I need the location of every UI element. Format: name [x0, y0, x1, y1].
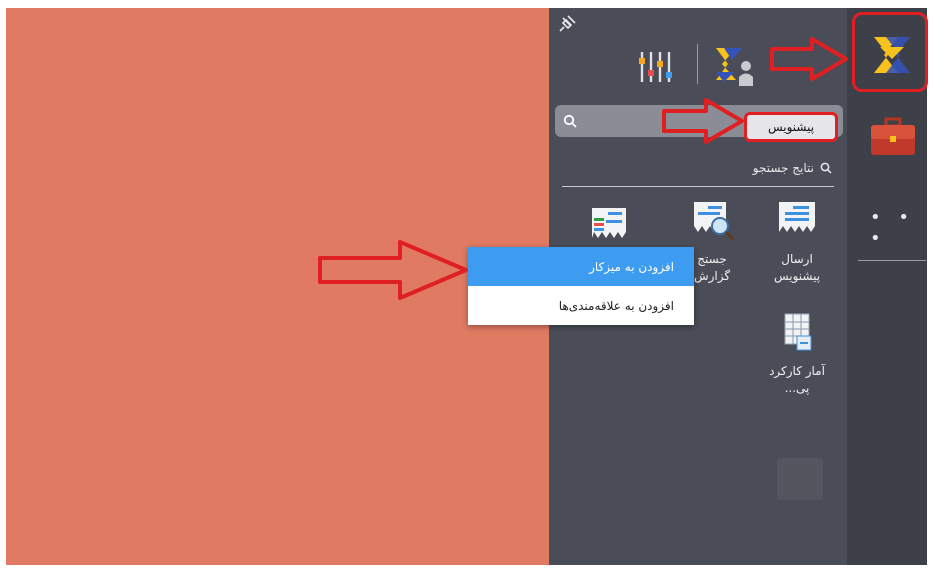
spreadsheet-icon: [784, 313, 812, 351]
tile-label-line1: آمار کارکرد: [769, 364, 825, 378]
search-query-text: پیشنویس: [767, 120, 815, 134]
settings-sliders-icon[interactable]: [636, 48, 674, 86]
tile-send-draft[interactable]: ارسال پیشنویس: [757, 196, 837, 285]
tile-label-line1: ارسال: [781, 252, 813, 266]
menu-item-label: افزودن به میزکار: [589, 259, 674, 274]
context-menu: افزودن به میزکار افزودن به علاقه‌مندی‌ها: [468, 247, 694, 325]
logo-user-icon[interactable]: [708, 42, 756, 88]
menu-item-add-to-desktop[interactable]: افزودن به میزکار: [468, 247, 694, 286]
tile-work-statistics[interactable]: آمار کارکرد پی...: [752, 310, 842, 397]
more-options-icon[interactable]: • • •: [870, 207, 930, 249]
search-results-label: نتایج جستجو: [752, 161, 814, 175]
menu-item-label: افزودن به علاقه‌مندی‌ها: [558, 298, 674, 313]
results-divider: [562, 186, 834, 187]
menu-item-add-to-favorites[interactable]: افزودن به علاقه‌مندی‌ها: [468, 286, 694, 325]
rail-divider: [858, 260, 926, 261]
search-query-highlight: پیشنویس: [744, 112, 838, 142]
search-results-icon: [820, 162, 832, 174]
arrow-right-icon: [770, 37, 848, 81]
search-results-header: نتایج جستجو: [712, 158, 832, 178]
search-icon[interactable]: [563, 114, 577, 128]
arrow-right-icon: [318, 240, 468, 300]
arrow-right-icon: [662, 98, 744, 144]
tile-label-line2: پی...: [784, 381, 810, 395]
toolbar-divider: [697, 44, 698, 84]
briefcase-icon[interactable]: [869, 117, 917, 157]
report-document-icon[interactable]: [588, 204, 634, 244]
tile-label-line2: پیشنویس: [773, 269, 821, 283]
search-report-icon: [694, 202, 735, 241]
draft-document-icon: [779, 202, 815, 232]
logo-highlight: [852, 12, 928, 92]
pin-icon[interactable]: [557, 14, 577, 34]
faded-placeholder: [777, 458, 823, 500]
